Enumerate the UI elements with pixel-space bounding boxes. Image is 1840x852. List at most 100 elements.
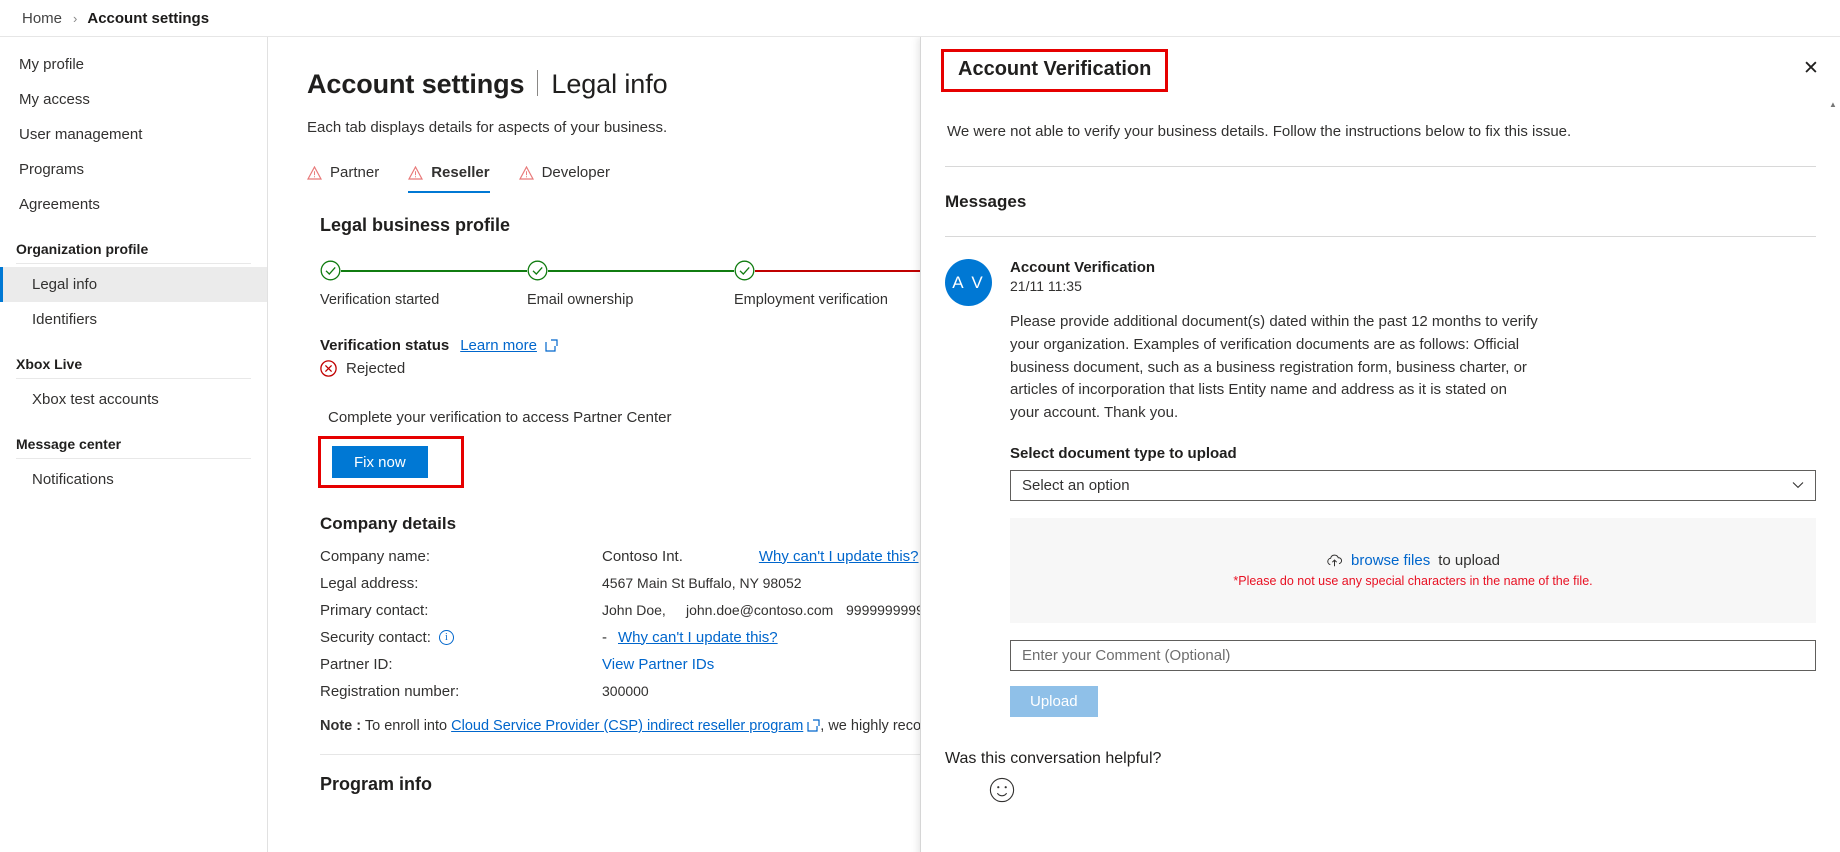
neutral-face-icon[interactable] <box>989 777 1015 803</box>
sidebar-item-xbox-test-accounts[interactable]: Xbox test accounts <box>0 382 267 417</box>
breadcrumb-current: Account settings <box>87 9 210 27</box>
info-icon[interactable]: i <box>438 629 454 645</box>
sidebar-group-message-center: Message center <box>16 436 122 452</box>
tab-developer[interactable]: Developer <box>518 164 610 193</box>
verification-status-label: Verification status <box>320 337 450 354</box>
messages-divider <box>945 236 1816 237</box>
error-circle-icon <box>320 360 337 377</box>
fix-now-button[interactable]: Fix now <box>332 446 428 478</box>
row-label: Registration number: <box>320 682 460 700</box>
security-contact-label: Security contact: <box>320 628 431 646</box>
sidebar-item-label: My profile <box>19 56 85 73</box>
cloud-upload-icon <box>1327 555 1343 567</box>
check-circle-icon <box>734 260 755 281</box>
learn-more-link[interactable]: Learn more <box>460 337 558 354</box>
sidebar-item-identifiers[interactable]: Identifiers <box>0 302 267 337</box>
external-link-icon <box>807 719 820 732</box>
stepper-node-3 <box>734 260 755 281</box>
sidebar: My profile My access User management Pro… <box>0 37 268 852</box>
why-cant-i-update-link[interactable]: Why can't I update this? <box>759 548 919 565</box>
sidebar-item-label: Legal info <box>32 276 98 293</box>
browse-files-row: browse files to upload <box>1326 552 1500 569</box>
sidebar-group-divider <box>16 378 251 379</box>
scroll-up-icon[interactable]: ▲ <box>1828 99 1838 111</box>
message-item: A V Account Verification 21/11 11:35 Ple… <box>945 259 1816 717</box>
sidebar-item-my-access[interactable]: My access <box>0 82 267 117</box>
sidebar-item-agreements[interactable]: Agreements <box>0 187 267 222</box>
message-sender: Account Verification <box>1010 259 1156 276</box>
sidebar-group-xbox-live: Xbox Live <box>16 356 83 372</box>
document-type-value: Select an option <box>1022 476 1130 494</box>
close-icon[interactable]: ✕ <box>1794 51 1828 85</box>
external-link-icon <box>545 339 558 352</box>
fix-now-highlight-box: Fix now <box>318 436 464 488</box>
message-timestamp: 21/11 11:35 <box>1010 278 1082 294</box>
feedback-question: Was this conversation helpful? <box>945 749 1162 767</box>
warning-triangle-icon <box>408 165 424 180</box>
check-circle-icon <box>320 260 341 281</box>
chevron-down-icon <box>1792 482 1804 489</box>
browse-files-link[interactable]: browse files <box>1351 552 1430 569</box>
stepper-node-1 <box>320 260 341 281</box>
sidebar-item-notifications[interactable]: Notifications <box>0 462 267 497</box>
file-dropzone[interactable]: browse files to upload *Please do not us… <box>1010 517 1816 623</box>
avatar: A V <box>945 259 992 306</box>
check-circle-icon <box>527 260 548 281</box>
tab-label: Reseller <box>431 164 490 181</box>
sidebar-item-label: Notifications <box>32 471 114 488</box>
breadcrumb: Home › Account settings <box>0 0 1840 37</box>
page-frame: My profile My access User management Pro… <box>0 37 1840 852</box>
row-label: Legal address: <box>320 574 419 592</box>
primary-contact-phone: 9999999999 <box>846 602 924 618</box>
why-cant-i-update-link[interactable]: Why can't I update this? <box>618 629 778 646</box>
account-verification-panel: Account Verification ✕ We were not able … <box>920 37 1840 852</box>
breadcrumb-separator-icon: › <box>73 10 78 26</box>
warning-triangle-icon <box>307 165 322 180</box>
stepper-label-3: Employment verification <box>734 292 888 308</box>
sidebar-item-label: My access <box>19 91 90 108</box>
panel-body: We were not able to verify your business… <box>921 99 1840 852</box>
tab-reseller[interactable]: Reseller <box>408 164 490 193</box>
legal-address-value: 4567 Main St Buffalo, NY 98052 <box>602 575 802 591</box>
upload-button[interactable]: Upload <box>1010 685 1098 717</box>
sidebar-item-label: Programs <box>19 161 85 178</box>
row-label: Security contact: i <box>320 629 602 646</box>
message-body: Please provide additional document(s) da… <box>1010 313 1538 422</box>
company-name-value: Contoso Int. <box>602 547 683 565</box>
document-type-select[interactable]: Select an option <box>1010 469 1816 501</box>
primary-contact-name: John Doe, <box>602 602 666 618</box>
file-name-warning: *Please do not use any special character… <box>1233 574 1593 589</box>
registration-number-value: 300000 <box>602 683 649 699</box>
feedback-smiley-row[interactable] <box>989 777 1816 808</box>
panel-title-highlight-box: Account Verification <box>941 49 1169 92</box>
comment-input[interactable]: Enter your Comment (Optional) <box>1010 639 1816 671</box>
tab-label: Developer <box>541 164 610 181</box>
sidebar-item-legal-info[interactable]: Legal info <box>0 267 267 302</box>
status-badge: Rejected <box>346 360 406 377</box>
breadcrumb-home[interactable]: Home <box>22 10 62 27</box>
stepper-label-1: Verification started <box>320 292 440 308</box>
stepper-node-2 <box>527 260 548 281</box>
panel-title: Account Verification <box>958 58 1152 80</box>
page-title-secondary: Legal info <box>551 69 668 99</box>
row-label: Partner ID: <box>320 655 393 673</box>
row-label: Company name: <box>320 547 431 565</box>
sidebar-item-programs[interactable]: Programs <box>0 152 267 187</box>
sidebar-group-divider <box>16 263 251 264</box>
browse-files-suffix: to upload <box>1438 552 1500 570</box>
security-contact-value: - <box>602 628 607 646</box>
panel-divider <box>945 166 1816 167</box>
page-title-primary: Account settings <box>307 69 525 99</box>
view-partner-ids-link[interactable]: View Partner IDs <box>602 656 714 673</box>
panel-intro-text: We were not able to verify your business… <box>947 123 1572 140</box>
panel-header: Account Verification ✕ <box>921 37 1840 99</box>
sidebar-item-user-management[interactable]: User management <box>0 117 267 152</box>
stepper-line-1 <box>341 270 527 272</box>
panel-scrollbar[interactable]: ▲ ▼ <box>1828 99 1838 852</box>
stepper-label-2: Email ownership <box>527 292 634 308</box>
sidebar-group-organization-profile: Organization profile <box>16 241 149 257</box>
sidebar-item-my-profile[interactable]: My profile <box>0 47 267 82</box>
tab-partner[interactable]: Partner <box>307 164 379 193</box>
document-type-label: Select document type to upload <box>1010 444 1237 462</box>
csp-program-link[interactable]: Cloud Service Provider (CSP) indirect re… <box>451 718 803 734</box>
